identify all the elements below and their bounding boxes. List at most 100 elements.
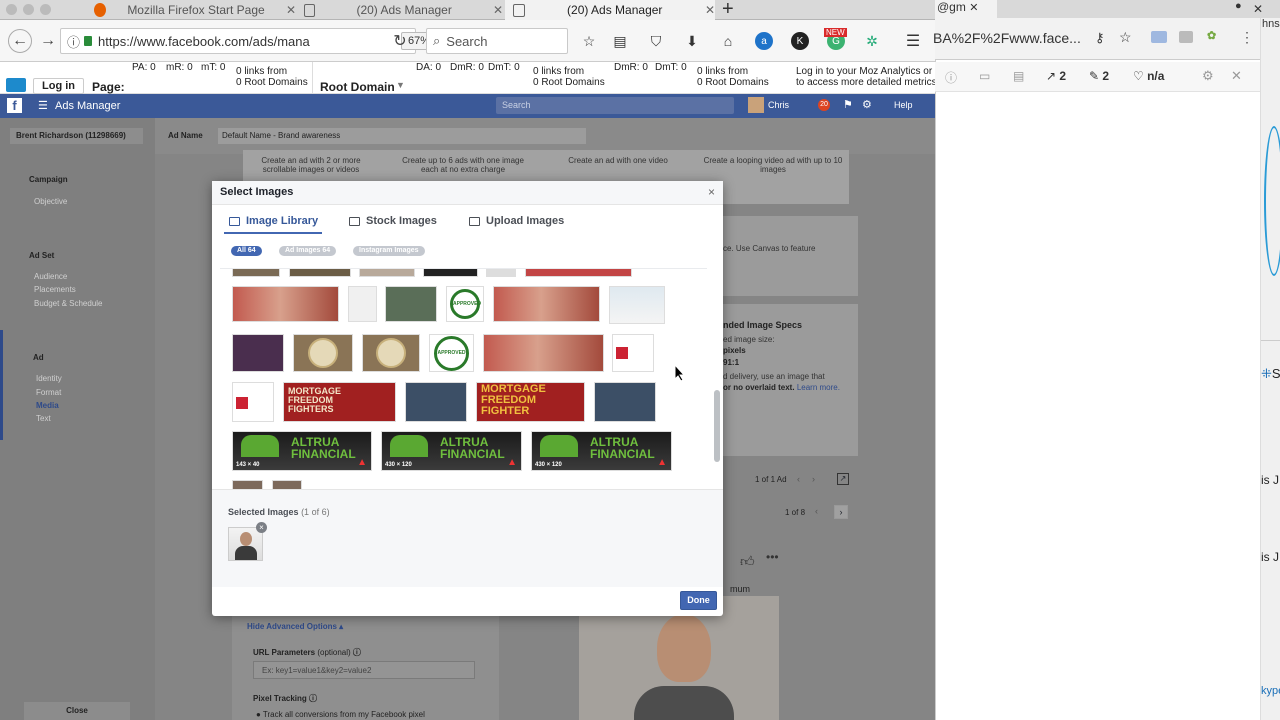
tab-firefox-start[interactable]: Mozilla Firefox Start Page ✕	[86, 0, 296, 20]
image-thumb[interactable]	[289, 269, 351, 277]
hamburger-icon[interactable]: ☰	[38, 99, 48, 112]
account-selector[interactable]: Brent Richardson (11298669)	[10, 128, 143, 144]
image-thumb[interactable]	[423, 269, 478, 277]
user-name[interactable]: Chris	[768, 100, 789, 110]
second-url-text[interactable]: BA%2F%2Fwww.face...	[933, 30, 1083, 46]
image-thumb[interactable]: MORTGAGE FREEDOM FIGHTER	[476, 382, 585, 422]
nav-audience[interactable]: Audience	[34, 272, 67, 281]
ad-name-input[interactable]: Default Name - Brand awareness	[218, 128, 586, 144]
image-thumb[interactable]: ALTRUA FINANCIAL 430 × 120 ▲	[531, 431, 672, 471]
image-thumb[interactable]	[232, 286, 339, 322]
home-icon[interactable]: ⌂	[719, 32, 737, 50]
track-all-option[interactable]: ● Track all conversions from my Facebook…	[256, 710, 425, 719]
nav-campaign[interactable]: Campaign	[29, 175, 68, 184]
close-window-icon[interactable]: ✕	[1253, 2, 1263, 16]
bookmark-star-icon[interactable]: ☆	[580, 32, 598, 50]
chevron-down-icon[interactable]: ▼	[396, 80, 405, 90]
zoom-window-icon[interactable]	[40, 4, 51, 15]
format-carousel-text[interactable]: Create an ad with 2 or more scrollable i…	[253, 156, 369, 174]
close-icon[interactable]: ✕	[1231, 68, 1242, 84]
remove-selected-icon[interactable]: ×	[256, 522, 267, 533]
url-bar[interactable]: ⓘ https://www.facebook.com/ads/mana 67%	[60, 28, 438, 54]
image-thumb[interactable]	[359, 269, 415, 277]
nav-ad[interactable]: Ad	[33, 353, 44, 362]
image-thumb[interactable]	[348, 286, 377, 322]
hide-advanced-link[interactable]: Hide Advanced Options ▴	[247, 622, 343, 631]
tab-image-library[interactable]: Image Library	[229, 215, 318, 227]
gear-icon[interactable]: ⚙	[862, 98, 872, 111]
reader-list-icon[interactable]: ▤	[611, 32, 629, 50]
image-thumb[interactable]	[609, 286, 665, 324]
extension-icon[interactable]	[1151, 31, 1167, 43]
image-thumb[interactable]: MORTGAGE FREEDOM FIGHTERS	[283, 382, 396, 422]
close-button[interactable]: Close	[24, 702, 130, 720]
image-thumb[interactable]	[405, 382, 467, 422]
extension-gear-icon[interactable]: ✲	[863, 32, 881, 50]
url-params-input[interactable]: Ex: key1=value1&key2=value2	[253, 661, 475, 679]
page-icon[interactable]: ▭	[979, 69, 990, 83]
more-icon[interactable]: •••	[766, 550, 779, 564]
flag-icon[interactable]: ⚑	[843, 98, 853, 111]
back-icon[interactable]: ←	[8, 29, 32, 53]
image-thumb[interactable]	[232, 334, 284, 372]
close-tab-icon[interactable]: ✕	[286, 3, 296, 17]
close-icon[interactable]: ×	[708, 185, 715, 199]
chevron-right-icon[interactable]: ›	[834, 505, 848, 519]
like-icon[interactable]: 👍︎	[740, 553, 755, 570]
notification-badge[interactable]: 20	[818, 99, 830, 111]
filter-all[interactable]: All 64	[231, 246, 262, 256]
moz-login-button[interactable]: Log in	[33, 78, 84, 94]
bookmark-star-icon[interactable]: ☆	[1119, 29, 1132, 46]
image-thumb[interactable]	[232, 480, 263, 489]
minimize-window-icon[interactable]	[23, 4, 34, 15]
image-thumb[interactable]	[486, 269, 516, 277]
image-thumb[interactable]	[483, 334, 604, 372]
nav-identity[interactable]: Identity	[36, 374, 62, 383]
pocket-icon[interactable]: ⛉	[647, 32, 665, 50]
account-icon[interactable]: ●	[1235, 0, 1242, 12]
open-preview-icon[interactable]: ↗	[837, 473, 849, 485]
tab-ads-manager-2[interactable]: (20) Ads Manager ✕	[505, 0, 715, 20]
devtools-icon[interactable]	[1179, 31, 1193, 43]
nav-media[interactable]: Media	[36, 401, 59, 410]
format-single-image-text[interactable]: Create up to 6 ads with one image each a…	[393, 156, 533, 174]
image-thumb[interactable]	[594, 382, 656, 422]
chevron-right-icon[interactable]: ›	[812, 474, 815, 484]
image-thumb[interactable]	[272, 480, 302, 489]
key-icon[interactable]: ⚷	[1095, 30, 1105, 46]
info-icon[interactable]: ⓘ	[945, 69, 957, 86]
fb-search-input[interactable]: Search	[496, 97, 734, 114]
image-thumb[interactable]: ALTRUA FINANCIAL 143 × 40 ▲	[232, 431, 372, 471]
help-link[interactable]: Help	[894, 100, 913, 110]
filter-ad-images[interactable]: Ad Images 64	[279, 246, 337, 256]
tab-ads-manager-1[interactable]: (20) Ads Manager ✕	[296, 0, 503, 20]
tab-upload-images[interactable]: Upload Images	[469, 215, 564, 227]
format-video-text[interactable]: Create an ad with one video	[548, 156, 688, 165]
extension-a-icon[interactable]: a	[755, 32, 773, 50]
image-thumb[interactable]	[385, 286, 437, 322]
second-tab[interactable]: @gm ✕	[935, 0, 997, 18]
image-thumb[interactable]	[493, 286, 600, 322]
forward-icon[interactable]: →	[37, 30, 59, 52]
nav-text[interactable]: Text	[36, 414, 51, 423]
done-button[interactable]: Done	[680, 591, 717, 610]
image-thumb[interactable]	[232, 269, 280, 277]
chevron-left-icon[interactable]: ‹	[815, 506, 818, 516]
info-icon[interactable]: ⓘ	[67, 32, 80, 51]
chevron-left-icon[interactable]: ‹	[797, 474, 800, 484]
seo-extension-icon[interactable]: ✿	[1207, 29, 1216, 42]
new-tab-icon[interactable]: +	[722, 0, 734, 21]
download-icon[interactable]: ⬇	[683, 32, 701, 50]
moz-root-domain[interactable]: Root Domain	[320, 80, 395, 94]
image-thumb[interactable]	[232, 382, 274, 422]
filter-instagram-images[interactable]: Instagram Images	[353, 246, 425, 256]
format-slideshow-text[interactable]: Create a looping video ad with up to 10 …	[703, 156, 843, 174]
nav-objective[interactable]: Objective	[34, 197, 67, 206]
close-tab-icon[interactable]: ✕	[969, 2, 978, 14]
close-window-icon[interactable]	[6, 4, 17, 15]
image-thumb[interactable]: APPROVED	[429, 334, 474, 372]
extension-k-icon[interactable]: K	[791, 32, 809, 50]
document-icon[interactable]: ▤	[1013, 69, 1024, 83]
close-tab-icon[interactable]: ✕	[705, 3, 715, 17]
menu-icon[interactable]: ⋮	[1240, 29, 1254, 46]
